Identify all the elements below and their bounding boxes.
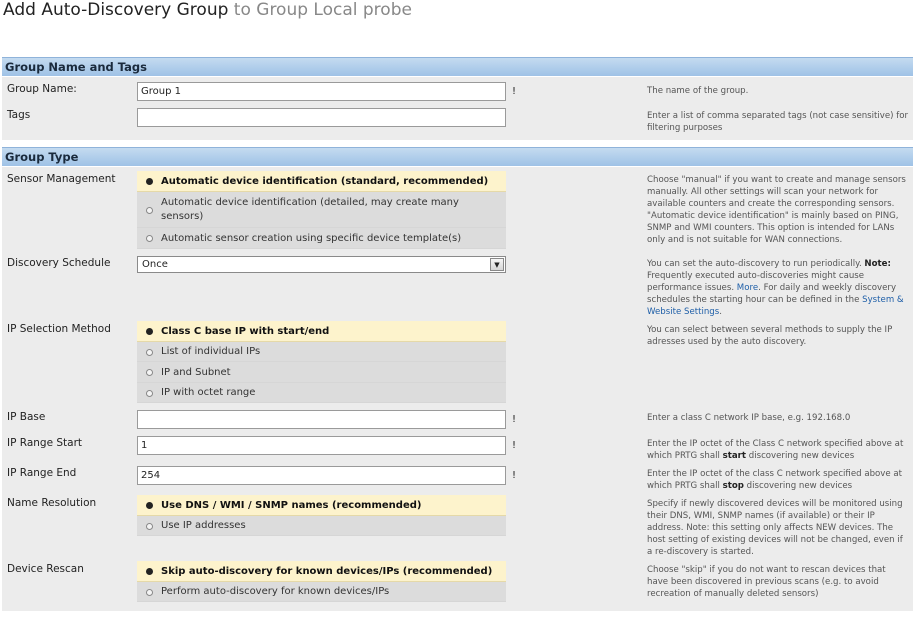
radio-selected-icon [146, 568, 153, 575]
ip-base-input[interactable] [137, 410, 506, 429]
radio-selected-icon [146, 502, 153, 509]
device-rescan-radio-group: Skip auto-discovery for known devices/IP… [137, 561, 506, 602]
ip-base-help: Enter a class C network IP base, e.g. 19… [647, 413, 851, 423]
name-resolution-radio-group: Use DNS / WMI / SNMP names (recommended)… [137, 495, 506, 536]
ip-selection-method-option[interactable]: IP and Subnet [137, 362, 506, 383]
sensor-management-option[interactable]: Automatic device identification (detaile… [137, 192, 506, 228]
page-title: Add Auto-Discovery Group to Group Local … [3, 0, 412, 20]
radio-unselected-icon [146, 349, 153, 356]
name-resolution-label: Name Resolution [7, 497, 97, 509]
page-title-main: Add Auto-Discovery Group [3, 0, 229, 20]
group-name-required-marker: ! [512, 86, 517, 97]
ip-range-end-input[interactable]: 254 [137, 466, 506, 485]
tags-label: Tags [7, 109, 31, 121]
chevron-down-icon[interactable]: ▼ [490, 258, 504, 271]
ip-range-start-input[interactable]: 1 [137, 436, 506, 455]
device-rescan-option[interactable]: Perform auto-discovery for known devices… [137, 582, 506, 602]
radio-selected-icon [146, 178, 153, 185]
discovery-schedule-value: Once [142, 259, 168, 270]
radio-unselected-icon [146, 523, 153, 530]
page-title-sub: to Group Local probe [233, 0, 412, 20]
ip-range-end-label: IP Range End [7, 467, 77, 479]
name-resolution-option[interactable]: Use IP addresses [137, 516, 506, 536]
ip-selection-method-option[interactable]: Class C base IP with start/end [137, 321, 506, 342]
tags-input[interactable] [137, 108, 506, 127]
device-rescan-option[interactable]: Skip auto-discovery for known devices/IP… [137, 561, 506, 582]
sensor-management-help: Choose "manual" if you want to create an… [647, 175, 906, 245]
ip-range-end-help: Enter the IP octet of the class C networ… [647, 469, 903, 491]
discovery-schedule-help: You can set the auto-discovery to run pe… [647, 259, 904, 317]
ip-base-required-marker: ! [512, 414, 517, 425]
device-rescan-label: Device Rescan [7, 563, 84, 575]
sensor-management-option[interactable]: Automatic device identification (standar… [137, 171, 506, 192]
group-name-input[interactable]: Group 1 [137, 82, 506, 101]
ip-selection-method-label: IP Selection Method [7, 323, 111, 335]
sensor-management-radio-group: Automatic device identification (standar… [137, 171, 506, 249]
radio-unselected-icon [146, 589, 153, 596]
radio-selected-icon [146, 328, 153, 335]
ip-range-start-required-marker: ! [512, 440, 517, 451]
radio-unselected-icon [146, 369, 153, 376]
discovery-schedule-select[interactable]: Once ▼ [137, 256, 506, 273]
radio-unselected-icon [146, 235, 153, 242]
device-rescan-help: Choose "skip" if you do not want to resc… [647, 565, 886, 599]
name-resolution-option[interactable]: Use DNS / WMI / SNMP names (recommended) [137, 495, 506, 516]
ip-base-label: IP Base [7, 411, 46, 423]
more-link[interactable]: More [737, 283, 758, 293]
sensor-management-option[interactable]: Automatic sensor creation using specific… [137, 228, 506, 249]
discovery-schedule-label: Discovery Schedule [7, 257, 111, 269]
name-resolution-help: Specify if newly discovered devices will… [647, 499, 903, 557]
section-header-group-name-tags: Group Name and Tags [2, 57, 913, 76]
ip-range-end-required-marker: ! [512, 470, 517, 481]
ip-selection-method-help: You can select between several methods t… [647, 325, 893, 347]
ip-selection-method-option[interactable]: IP with octet range [137, 383, 506, 403]
section-header-group-type: Group Type [2, 147, 913, 166]
tags-help: Enter a list of comma separated tags (no… [647, 111, 909, 133]
ip-range-start-label: IP Range Start [7, 437, 83, 449]
group-name-help: The name of the group. [647, 86, 749, 96]
ip-selection-method-option[interactable]: List of individual IPs [137, 342, 506, 362]
sensor-management-label: Sensor Management [7, 173, 116, 185]
ip-selection-method-radio-group: Class C base IP with start/end List of i… [137, 321, 506, 403]
radio-unselected-icon [146, 390, 153, 397]
radio-unselected-icon [146, 207, 153, 214]
ip-range-start-help: Enter the IP octet of the Class C networ… [647, 439, 904, 461]
group-name-label: Group Name: [7, 83, 77, 95]
